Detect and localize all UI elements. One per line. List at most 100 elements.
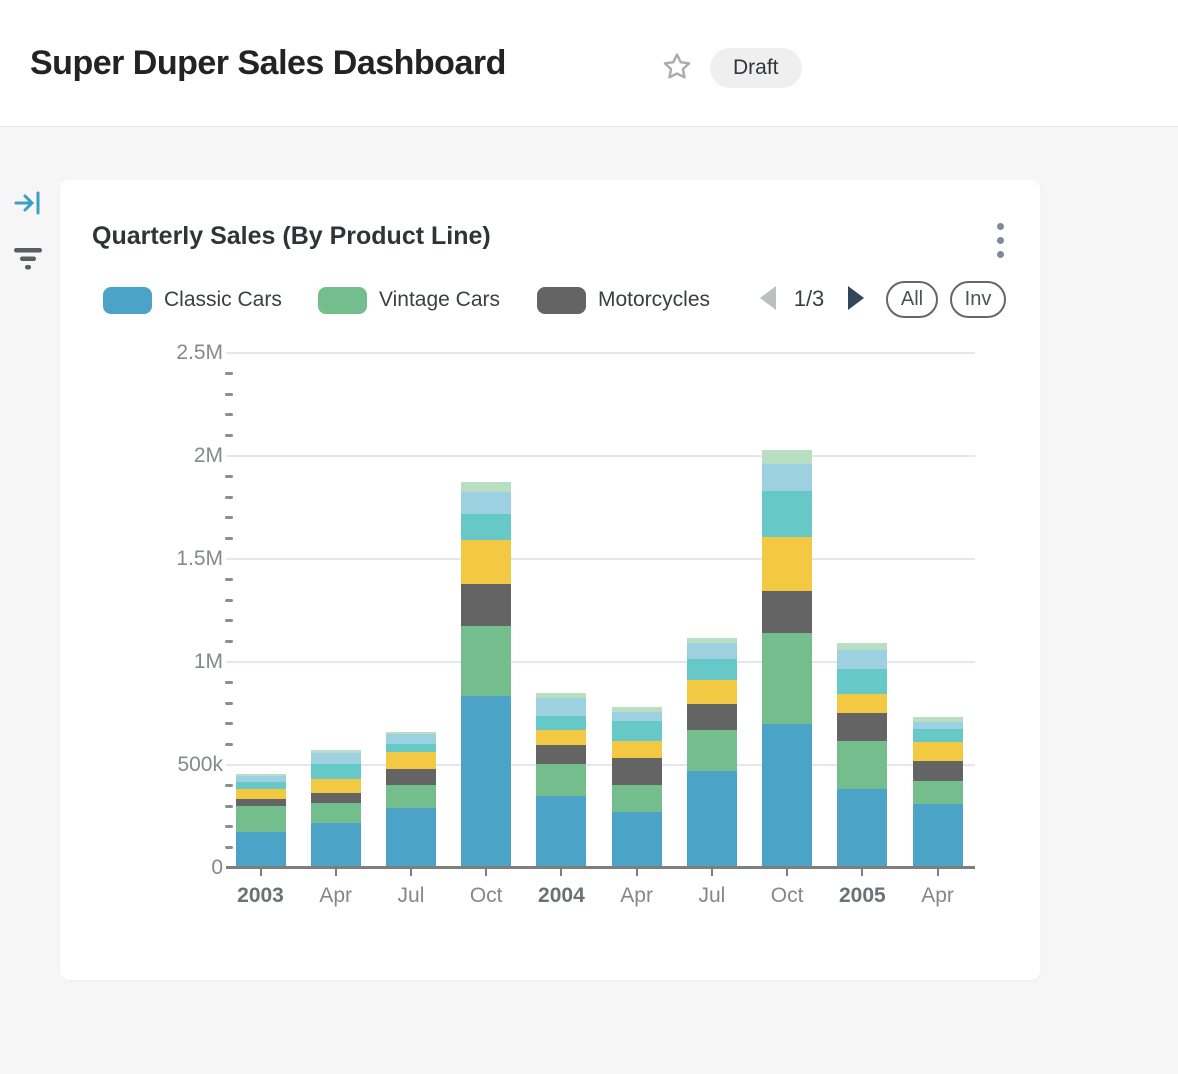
bar-segment[interactable] (461, 482, 511, 491)
bar-segment[interactable] (762, 537, 812, 591)
bar-segment[interactable] (461, 514, 511, 540)
bar-segment[interactable] (536, 716, 586, 730)
x-tick (335, 869, 337, 876)
bar-segment[interactable] (461, 626, 511, 696)
bar-segment[interactable] (236, 782, 286, 790)
bar-segment[interactable] (687, 638, 737, 643)
bar-segment[interactable] (837, 789, 887, 866)
bar-segment[interactable] (461, 492, 511, 514)
bar-segment[interactable] (612, 741, 662, 758)
bar-segment[interactable] (612, 707, 662, 712)
bar-segment[interactable] (687, 704, 737, 730)
y-minor-tick (225, 475, 233, 478)
bar-segment[interactable] (762, 591, 812, 633)
collapse-panel-button[interactable] (12, 188, 44, 220)
bar-segment[interactable] (837, 643, 887, 650)
bar-segment[interactable] (536, 796, 586, 866)
x-tick-label: 2003 (223, 884, 299, 908)
chart-card: Quarterly Sales (By Product Line) Classi… (60, 180, 1040, 980)
bar-segment[interactable] (913, 804, 963, 866)
bar-segment[interactable] (762, 491, 812, 537)
bar-segment[interactable] (536, 693, 586, 698)
y-minor-tick (225, 784, 233, 787)
y-minor-tick (225, 496, 233, 499)
x-tick (485, 869, 487, 876)
bar-segment[interactable] (386, 769, 436, 785)
bar-segment[interactable] (386, 744, 436, 752)
bar-segment[interactable] (311, 764, 361, 778)
bar-segment[interactable] (762, 450, 812, 463)
bar-segment[interactable] (311, 779, 361, 794)
bar-segment[interactable] (386, 785, 436, 809)
bar-segment[interactable] (461, 540, 511, 584)
bar-segment[interactable] (236, 774, 286, 776)
y-minor-tick (225, 743, 233, 746)
bar-segment[interactable] (536, 730, 586, 745)
bar-segment[interactable] (687, 730, 737, 771)
page-title: Super Duper Sales Dashboard (30, 0, 506, 127)
x-tick-label: Jul (674, 884, 750, 908)
bar-segment[interactable] (687, 659, 737, 681)
y-minor-tick (225, 702, 233, 705)
bar-segment[interactable] (386, 808, 436, 866)
bar-segment[interactable] (837, 694, 887, 713)
y-tick-label: 500k (153, 753, 223, 777)
bar-segment[interactable] (311, 803, 361, 824)
bar-segment[interactable] (536, 745, 586, 764)
bar-segment[interactable] (913, 742, 963, 761)
filter-icon (13, 260, 43, 275)
bar-segment[interactable] (612, 712, 662, 721)
bar-segment[interactable] (837, 713, 887, 741)
bar-segment[interactable] (762, 464, 812, 491)
y-minor-tick (225, 537, 233, 540)
bar-segment[interactable] (461, 696, 511, 866)
bar-segment[interactable] (311, 750, 361, 753)
bar-segment[interactable] (236, 806, 286, 831)
bar-segment[interactable] (236, 799, 286, 807)
favorite-button[interactable] (660, 50, 694, 84)
bar-segment[interactable] (236, 832, 286, 866)
bar-segment[interactable] (837, 669, 887, 694)
bar-segment[interactable] (687, 771, 737, 866)
bar-segment[interactable] (762, 724, 812, 866)
x-tick (260, 869, 262, 876)
bar-segment[interactable] (837, 741, 887, 789)
bar-segment[interactable] (687, 680, 737, 704)
bar-segment[interactable] (612, 758, 662, 785)
bar-segment[interactable] (386, 732, 436, 735)
bar-segment[interactable] (612, 785, 662, 812)
x-tick (861, 869, 863, 876)
filter-button[interactable] (12, 242, 44, 274)
bar-segment[interactable] (612, 721, 662, 741)
bar-segment[interactable] (837, 650, 887, 669)
gridline (226, 558, 975, 560)
bar-segment[interactable] (913, 729, 963, 742)
bar-segment[interactable] (311, 823, 361, 866)
x-tick-label: Jul (373, 884, 449, 908)
y-minor-tick (225, 805, 233, 808)
y-minor-tick (225, 578, 233, 581)
x-tick (937, 869, 939, 876)
bar-segment[interactable] (913, 717, 963, 722)
y-minor-tick (225, 599, 233, 602)
gridline (226, 455, 975, 457)
bar-segment[interactable] (236, 776, 286, 782)
bar-segment[interactable] (536, 764, 586, 796)
bar-segment[interactable] (386, 734, 436, 743)
arrow-right-to-line-icon (13, 206, 43, 221)
bar-segment[interactable] (762, 633, 812, 724)
bar-segment[interactable] (536, 698, 586, 716)
bar-segment[interactable] (612, 812, 662, 866)
y-tick-label: 1.5M (153, 547, 223, 571)
bar-segment[interactable] (311, 753, 361, 764)
bar-segment[interactable] (913, 781, 963, 804)
bar-segment[interactable] (461, 584, 511, 626)
bar-segment[interactable] (913, 722, 963, 729)
bar-segment[interactable] (311, 793, 361, 802)
x-tick-label: Apr (298, 884, 374, 908)
bar-segment[interactable] (687, 643, 737, 659)
bar-segment[interactable] (386, 752, 436, 769)
y-minor-tick (225, 413, 233, 416)
bar-segment[interactable] (236, 789, 286, 798)
bar-segment[interactable] (913, 761, 963, 780)
